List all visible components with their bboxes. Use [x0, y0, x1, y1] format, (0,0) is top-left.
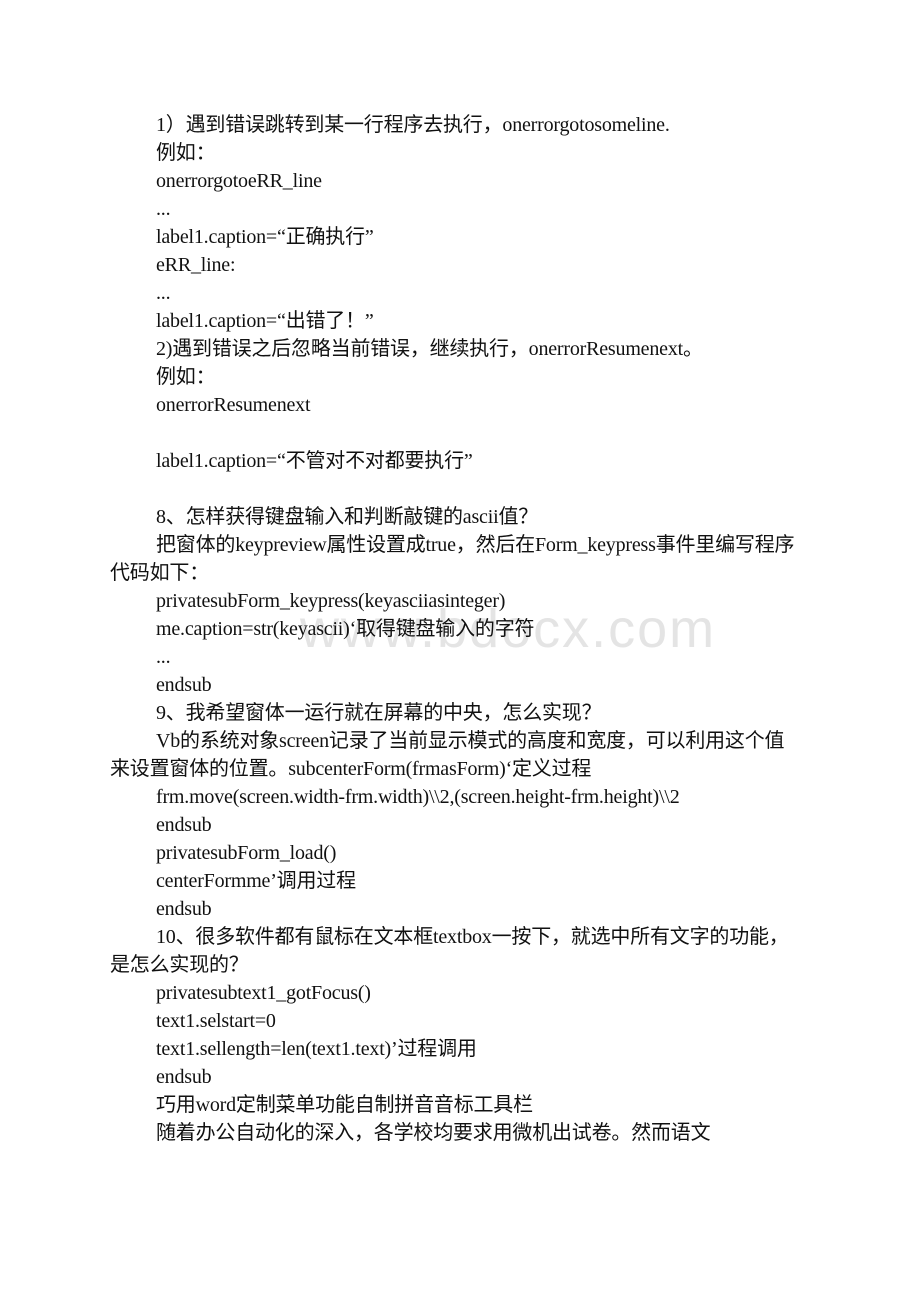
article-title: 巧用word定制菜单功能自制拼音音标工具栏	[156, 1094, 533, 1116]
code-line: label1.caption=“不管对不对都要执行”	[156, 450, 473, 472]
code-line: me.caption=str(keyascii)‘取得键盘输入的字符	[156, 618, 535, 640]
question-10-title: 10、很多软件都有鼠标在文本框textbox一按下，就选中所有文字的功能，是怎么…	[110, 926, 789, 976]
code-line: ...	[156, 282, 171, 304]
code-line: endsub	[156, 1066, 212, 1088]
code-line: centerFormme’调用过程	[156, 870, 356, 892]
question-8-title: 8、怎样获得键盘输入和判断敲键的ascii值？	[156, 506, 539, 528]
code-line: text1.selstart=0	[156, 1010, 276, 1032]
code-line: onerrorResumenext	[156, 394, 311, 416]
question-8-paragraph: 把窗体的keypreview属性设置成true，然后在Form_keypress…	[110, 534, 795, 584]
question-9-paragraph: Vb的系统对象screen记录了当前显示模式的高度和宽度，可以利用这个值来设置窗…	[110, 730, 785, 780]
text-line: 2)遇到错误之后忽略当前错误，继续执行，onerrorResumenext。	[156, 338, 703, 360]
code-line: privatesubForm_keypress(keyasciiasintege…	[156, 590, 506, 612]
question-9-title: 9、我希望窗体一运行就在屏幕的中央，怎么实现？	[156, 702, 602, 724]
document-body: 1）遇到错误跳转到某一行程序去执行，onerrorgotosomeline. 例…	[110, 111, 810, 1147]
code-line: eRR_line:	[156, 254, 236, 276]
code-line: label1.caption=“出错了！”	[156, 310, 374, 332]
code-line: privatesubtext1_gotFocus()	[156, 982, 371, 1004]
text-line: 例如：	[156, 142, 216, 164]
text-line: 1）遇到错误跳转到某一行程序去执行，onerrorgotosomeline.	[156, 114, 670, 136]
code-line: label1.caption=“正确执行”	[156, 226, 374, 248]
document-page: www.bdocx.com 1）遇到错误跳转到某一行程序去执行，onerrorg…	[0, 0, 920, 1302]
code-line: endsub	[156, 898, 212, 920]
text-line: 例如：	[156, 366, 216, 388]
article-first-line: 随着办公自动化的深入，各学校均要求用微机出试卷。然而语文	[156, 1122, 711, 1144]
code-line: endsub	[156, 814, 212, 836]
code-line: onerrorgotoeRR_line	[156, 170, 322, 192]
code-line: privatesubForm_load()	[156, 842, 337, 864]
code-line: ...	[156, 646, 171, 668]
code-line: frm.move(screen.width-frm.width)\\2,(scr…	[156, 786, 680, 808]
code-line: text1.sellength=len(text1.text)’过程调用	[156, 1038, 477, 1060]
code-line: endsub	[156, 674, 212, 696]
code-line: ...	[156, 198, 171, 220]
